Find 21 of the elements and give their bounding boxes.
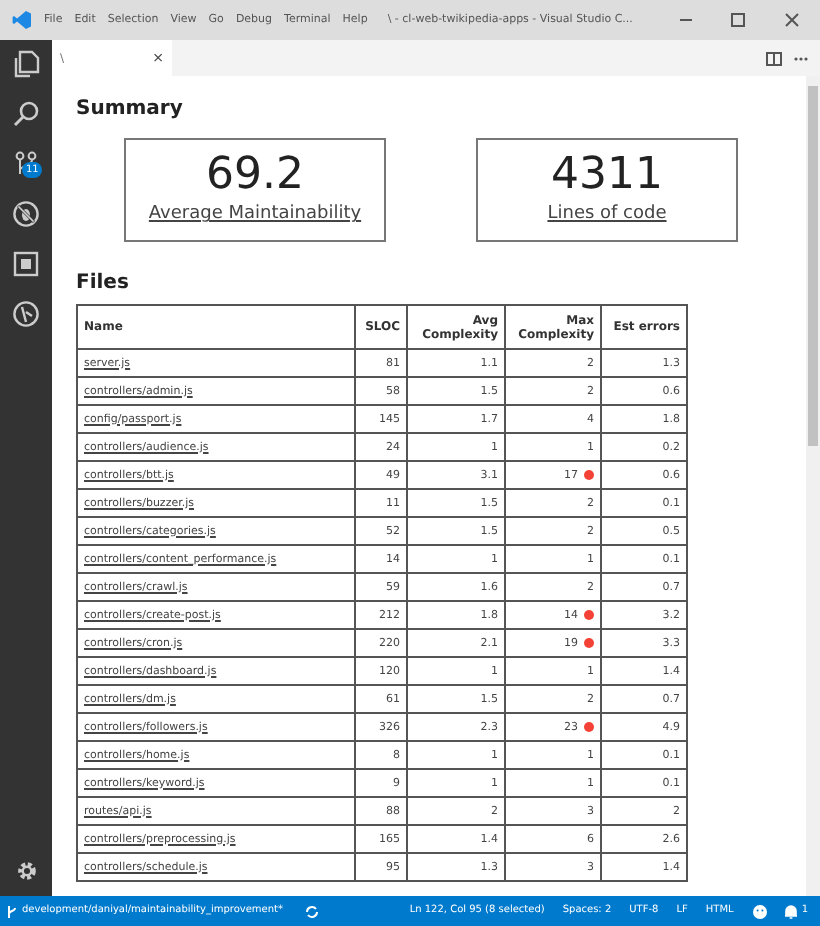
metric-value: 69.2 — [206, 150, 304, 203]
section-heading: Summary — [76, 96, 185, 124]
maximize-icon[interactable] — [730, 12, 746, 28]
files-icon[interactable] — [12, 50, 40, 78]
sync-icon[interactable] — [303, 903, 320, 919]
metric-value: 4311 — [551, 150, 663, 203]
source-control-icon[interactable] — [12, 150, 40, 178]
app-logo-icon — [12, 10, 32, 30]
branch-icon — [6, 903, 18, 919]
section-heading: Files — [76, 270, 131, 298]
bell-icon[interactable] — [783, 903, 798, 919]
split-editor-icon[interactable] — [766, 51, 782, 65]
more-icon[interactable] — [794, 55, 808, 61]
smiley-icon[interactable] — [751, 903, 768, 919]
extensions-icon[interactable] — [12, 250, 40, 278]
metric-link[interactable]: Lines of code — [547, 202, 667, 230]
close-icon[interactable] — [784, 12, 800, 28]
metric-link[interactable]: Average Maintainability — [148, 202, 362, 230]
no-bug-icon[interactable] — [12, 200, 40, 228]
settings-icon[interactable] — [13, 858, 39, 884]
search-icon[interactable] — [12, 100, 40, 128]
